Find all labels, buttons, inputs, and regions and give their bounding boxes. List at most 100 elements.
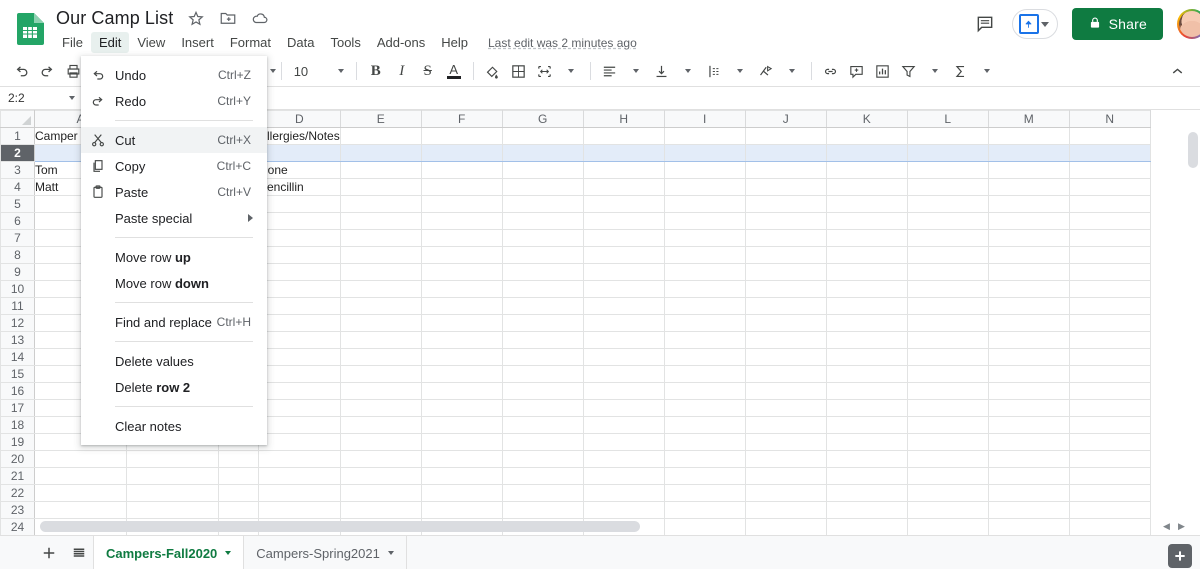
cell-N11[interactable] bbox=[1068, 297, 1151, 315]
cell-D2[interactable] bbox=[258, 144, 341, 162]
cell-K13[interactable] bbox=[825, 331, 908, 349]
chevron-down-icon[interactable] bbox=[1040, 21, 1049, 27]
cell-I12[interactable] bbox=[663, 314, 746, 332]
borders-icon[interactable] bbox=[506, 58, 532, 84]
cell-L23[interactable] bbox=[906, 501, 989, 519]
cell-I20[interactable] bbox=[663, 450, 746, 468]
cell-E23[interactable] bbox=[339, 501, 422, 519]
cell-E9[interactable] bbox=[339, 263, 422, 281]
row-header-11[interactable]: 11 bbox=[0, 297, 35, 315]
cell-E5[interactable] bbox=[339, 195, 422, 213]
cell-G17[interactable] bbox=[501, 399, 584, 417]
cell-K22[interactable] bbox=[825, 484, 908, 502]
menu-item-paste[interactable]: Paste Ctrl+V bbox=[81, 179, 267, 205]
menu-tools[interactable]: Tools bbox=[322, 32, 368, 53]
cell-K15[interactable] bbox=[825, 365, 908, 383]
row-header-22[interactable]: 22 bbox=[0, 484, 35, 502]
cell-E14[interactable] bbox=[339, 348, 422, 366]
cell-H11[interactable] bbox=[582, 297, 665, 315]
cell-G21[interactable] bbox=[501, 467, 584, 485]
cell-H15[interactable] bbox=[582, 365, 665, 383]
horizontal-align-icon[interactable] bbox=[597, 58, 623, 84]
cell-L5[interactable] bbox=[906, 195, 989, 213]
cell-M8[interactable] bbox=[987, 246, 1070, 264]
cell-E21[interactable] bbox=[339, 467, 422, 485]
cell-A20[interactable] bbox=[34, 450, 127, 468]
cell-J18[interactable] bbox=[744, 416, 827, 434]
row-header-18[interactable]: 18 bbox=[0, 416, 35, 434]
filter-dropdown[interactable] bbox=[922, 58, 948, 84]
cell-G11[interactable] bbox=[501, 297, 584, 315]
text-wrap-dropdown[interactable] bbox=[727, 58, 753, 84]
cell-M21[interactable] bbox=[987, 467, 1070, 485]
cell-D18[interactable] bbox=[258, 416, 341, 434]
cell-D22[interactable] bbox=[258, 484, 341, 502]
menu-item-clear-notes[interactable]: Clear notes bbox=[81, 413, 267, 439]
menu-insert[interactable]: Insert bbox=[173, 32, 222, 53]
row-header-12[interactable]: 12 bbox=[0, 314, 35, 332]
cell-N23[interactable] bbox=[1068, 501, 1151, 519]
cell-N21[interactable] bbox=[1068, 467, 1151, 485]
cell-M12[interactable] bbox=[987, 314, 1070, 332]
cell-D7[interactable] bbox=[258, 229, 341, 247]
row-header-16[interactable]: 16 bbox=[0, 382, 35, 400]
cell-K14[interactable] bbox=[825, 348, 908, 366]
cell-F13[interactable] bbox=[420, 331, 503, 349]
star-icon[interactable] bbox=[187, 9, 205, 27]
cell-B22[interactable] bbox=[126, 484, 219, 502]
cell-M20[interactable] bbox=[987, 450, 1070, 468]
cell-I13[interactable] bbox=[663, 331, 746, 349]
column-header-n[interactable]: N bbox=[1068, 110, 1151, 128]
cell-J14[interactable] bbox=[744, 348, 827, 366]
cell-G20[interactable] bbox=[501, 450, 584, 468]
redo-icon[interactable] bbox=[34, 58, 60, 84]
cell-D10[interactable] bbox=[258, 280, 341, 298]
cell-I6[interactable] bbox=[663, 212, 746, 230]
column-header-e[interactable]: E bbox=[339, 110, 422, 128]
menu-item-paste-special[interactable]: Paste special bbox=[81, 205, 267, 231]
cell-H17[interactable] bbox=[582, 399, 665, 417]
cell-M14[interactable] bbox=[987, 348, 1070, 366]
cell-L14[interactable] bbox=[906, 348, 989, 366]
cell-M6[interactable] bbox=[987, 212, 1070, 230]
column-header-d[interactable]: D bbox=[258, 110, 341, 128]
cell-F14[interactable] bbox=[420, 348, 503, 366]
cell-L4[interactable] bbox=[906, 178, 989, 196]
row-header-23[interactable]: 23 bbox=[0, 501, 35, 519]
cell-G15[interactable] bbox=[501, 365, 584, 383]
row-header-10[interactable]: 10 bbox=[0, 280, 35, 298]
italic-button[interactable]: I bbox=[389, 58, 415, 84]
cell-C20[interactable] bbox=[218, 450, 259, 468]
cell-E3[interactable] bbox=[339, 161, 422, 179]
cell-F7[interactable] bbox=[420, 229, 503, 247]
row-header-13[interactable]: 13 bbox=[0, 331, 35, 349]
cell-K20[interactable] bbox=[825, 450, 908, 468]
cell-K3[interactable] bbox=[825, 161, 908, 179]
text-color-button[interactable]: A bbox=[441, 58, 467, 84]
cell-F9[interactable] bbox=[420, 263, 503, 281]
cell-I22[interactable] bbox=[663, 484, 746, 502]
functions-dropdown[interactable] bbox=[974, 58, 1000, 84]
cell-I7[interactable] bbox=[663, 229, 746, 247]
cell-I3[interactable] bbox=[663, 161, 746, 179]
cell-K2[interactable] bbox=[825, 144, 908, 162]
column-header-g[interactable]: G bbox=[501, 110, 584, 128]
cell-F4[interactable] bbox=[420, 178, 503, 196]
cell-C23[interactable] bbox=[218, 501, 259, 519]
cell-I8[interactable] bbox=[663, 246, 746, 264]
cell-K17[interactable] bbox=[825, 399, 908, 417]
menu-item-cut[interactable]: Cut Ctrl+X bbox=[81, 127, 267, 153]
cell-M18[interactable] bbox=[987, 416, 1070, 434]
cell-L7[interactable] bbox=[906, 229, 989, 247]
cell-M1[interactable] bbox=[987, 127, 1070, 145]
cell-N8[interactable] bbox=[1068, 246, 1151, 264]
cell-D11[interactable] bbox=[258, 297, 341, 315]
cell-H8[interactable] bbox=[582, 246, 665, 264]
cell-H16[interactable] bbox=[582, 382, 665, 400]
cell-I10[interactable] bbox=[663, 280, 746, 298]
cell-N6[interactable] bbox=[1068, 212, 1151, 230]
cell-N15[interactable] bbox=[1068, 365, 1151, 383]
cell-M10[interactable] bbox=[987, 280, 1070, 298]
cell-J7[interactable] bbox=[744, 229, 827, 247]
cell-D9[interactable] bbox=[258, 263, 341, 281]
